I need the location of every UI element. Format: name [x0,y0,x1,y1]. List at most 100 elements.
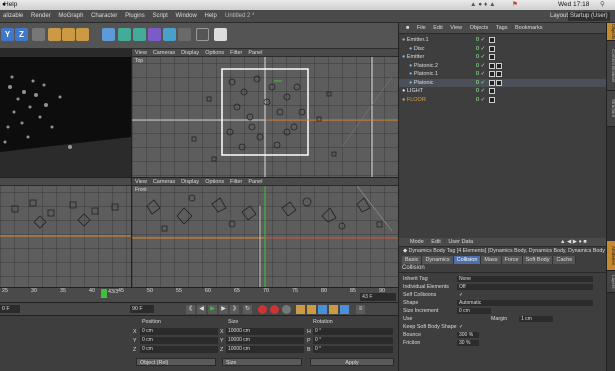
tab-content-browser[interactable]: Content Browser [607,41,615,91]
property-field[interactable]: 30 % [457,340,479,346]
tag-icon[interactable] [489,96,495,103]
size-field[interactable]: 10000 cm [226,328,304,335]
tab-collision[interactable]: Collision [453,256,482,264]
property-field[interactable]: 300 % [457,332,479,338]
object-name[interactable]: Disc [414,45,425,54]
object-name[interactable]: FLOOR [407,96,426,105]
tag-icon[interactable] [496,79,502,86]
property-field[interactable]: Off [457,284,593,290]
vp-menu-options[interactable]: Options [202,50,227,56]
object-name[interactable]: LIGHT [407,87,423,96]
timeline-options-icon[interactable]: ≡ [356,305,365,314]
object-row[interactable]: ● Emitter 0 ✓ [399,53,606,62]
tab-mass[interactable]: Mass [481,256,502,264]
object-tags[interactable] [489,96,496,106]
vp2-menu-options[interactable]: Options [202,179,227,185]
tab-layers[interactable]: Layers [607,271,615,293]
tab-structure[interactable]: Structure [607,91,615,127]
tag-icon[interactable] [489,71,495,77]
tag-icon[interactable] [489,79,495,86]
object-visibility-status[interactable]: 0 ✓ [476,79,485,88]
object-visibility-status[interactable]: 0 ✓ [476,53,485,62]
om-file-icon[interactable]: ■ [403,25,412,31]
top-viewport[interactable]: View Cameras Display Options Filter Panel Top [131,49,398,177]
step-forward-button[interactable]: ▶ [219,305,228,314]
object-name[interactable]: Emitter.1 [407,36,429,45]
z-axis-lock-button[interactable]: Z [15,28,28,41]
help-menu[interactable]: Help [4,0,17,10]
size-field[interactable]: 10000 cm [226,337,304,344]
property-field[interactable]: None [457,276,593,282]
perspective-viewport[interactable] [0,49,131,177]
object-row[interactable]: ● Platonic 0 ✓ [399,78,606,88]
rotation-field[interactable]: 0 ° [313,337,393,344]
front-viewport[interactable]: View Cameras Display Options Filter Panel Fro… [131,177,398,287]
object-visibility-status[interactable]: 0 ✓ [476,96,485,105]
attr-menu-mode[interactable]: Mode [407,239,427,245]
om-menu-file[interactable]: File [414,25,429,31]
apply-button[interactable]: Apply [310,358,394,366]
loop-button[interactable]: ↻ [243,305,252,314]
flag-icon[interactable]: ⚑ [512,0,518,10]
vp-menu-filter[interactable]: Filter [227,50,245,56]
object-row[interactable]: ● Emitter.1 0 ✓ [399,36,606,45]
clock[interactable]: Wed 17:18 [558,0,589,10]
go-end-button[interactable]: ⟫ [230,305,239,314]
object-visibility-status[interactable]: 0 ✓ [476,70,485,79]
attr-nav-icons[interactable]: ▲ ◀ ▶ ● ■ [557,238,590,247]
vp-menu-panel[interactable]: Panel [245,50,265,56]
object-row[interactable]: ● Platonic.1 0 ✓ [399,70,606,79]
layout-select[interactable]: Startup (User) [568,12,610,21]
om-menu-objects[interactable]: Objects [467,25,492,31]
property-field[interactable]: 0 cm [457,308,491,314]
object-visibility-status[interactable]: 0 ✓ [476,87,485,96]
coordinate-mode-select[interactable]: Object (Rel) [136,358,216,366]
object-visibility-status[interactable]: 0 ✓ [476,45,485,54]
attr-menu-userdata[interactable]: User Data [445,239,476,245]
tag-icon[interactable] [489,62,495,69]
menu-help[interactable]: Help [201,10,219,23]
scene-icon[interactable] [163,28,176,41]
position-field[interactable]: 0 cm [140,346,218,353]
object-row[interactable]: ● FLOOR 0 ✓ [399,96,606,105]
param-key-icon[interactable] [329,305,338,314]
render-view-icon[interactable] [48,28,61,41]
light-icon[interactable] [214,28,227,41]
side-viewport[interactable] [0,177,131,287]
size-field[interactable]: 10000 cm [226,346,304,353]
cube-icon[interactable] [102,28,115,41]
vp-menu-cameras[interactable]: Cameras [150,50,178,56]
y-axis-lock-button[interactable]: Y [1,28,14,41]
scale-key-icon[interactable] [307,305,316,314]
nurbs-icon[interactable] [118,28,131,41]
attr-menu-edit[interactable]: Edit [428,239,443,245]
tag-icon[interactable] [496,62,502,69]
om-menu-edit[interactable]: Edit [430,25,445,31]
keyframe-selection-icon[interactable] [282,305,291,314]
vp2-menu-panel[interactable]: Panel [245,179,265,185]
menu-customize[interactable]: alizable [0,10,26,23]
om-menu-bookmarks[interactable]: Bookmarks [512,25,546,31]
property-field[interactable]: ✓ [457,292,465,298]
vp2-menu-display[interactable]: Display [178,179,202,185]
end-frame-field[interactable]: 90 F [130,305,154,313]
object-visibility-status[interactable]: 0 ✓ [476,36,485,45]
object-name[interactable]: Emitter [407,53,424,62]
glasses-icon[interactable] [196,28,209,41]
object-row[interactable]: ● Disc 0 ✓ [399,45,606,54]
autokey-icon[interactable] [270,305,279,314]
tab-attributes[interactable]: Attributes [607,241,615,271]
object-name[interactable]: Platonic.1 [414,70,438,79]
menu-render[interactable]: Render [28,10,54,23]
array-icon[interactable] [133,28,146,41]
start-frame-field[interactable]: 0 F [0,305,20,313]
timeline[interactable]: 25 30 35 40 45 50 55 60 65 70 75 80 85 90 43/3 43 F [0,287,398,302]
tab-cache[interactable]: Cache [553,256,577,264]
tab-objects[interactable]: Objects [607,23,615,41]
vp2-menu-filter[interactable]: Filter [227,179,245,185]
tab-soft-body[interactable]: Soft Body [522,256,554,264]
record-keyframe-icon[interactable] [258,305,267,314]
render-settings-icon[interactable] [76,28,89,41]
menu-script[interactable]: Script [149,10,170,23]
go-start-button[interactable]: ⟪ [186,305,195,314]
